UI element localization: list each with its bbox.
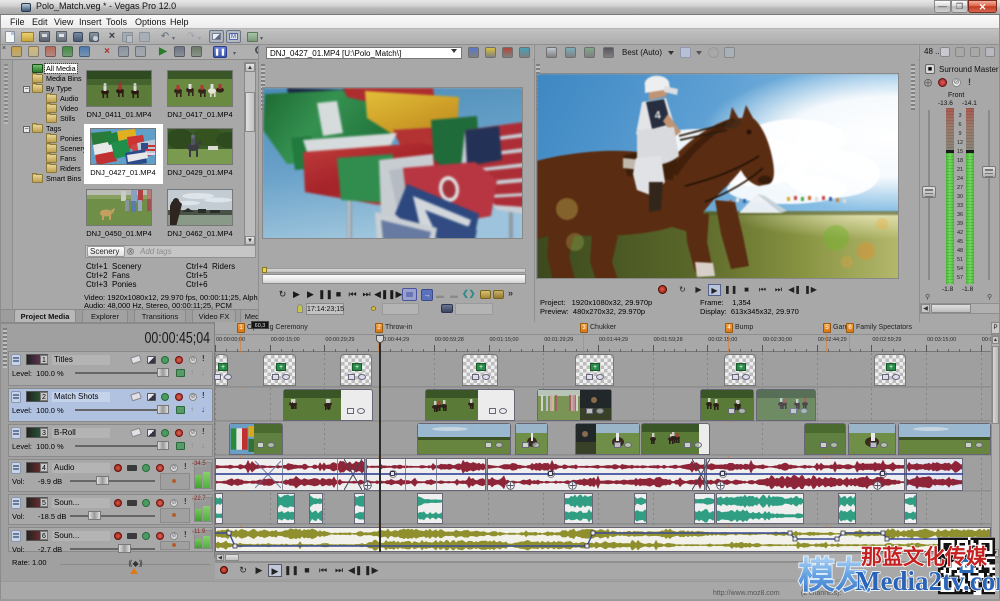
svg-text:Media2tv.com: Media2tv.com [855, 566, 1000, 596]
